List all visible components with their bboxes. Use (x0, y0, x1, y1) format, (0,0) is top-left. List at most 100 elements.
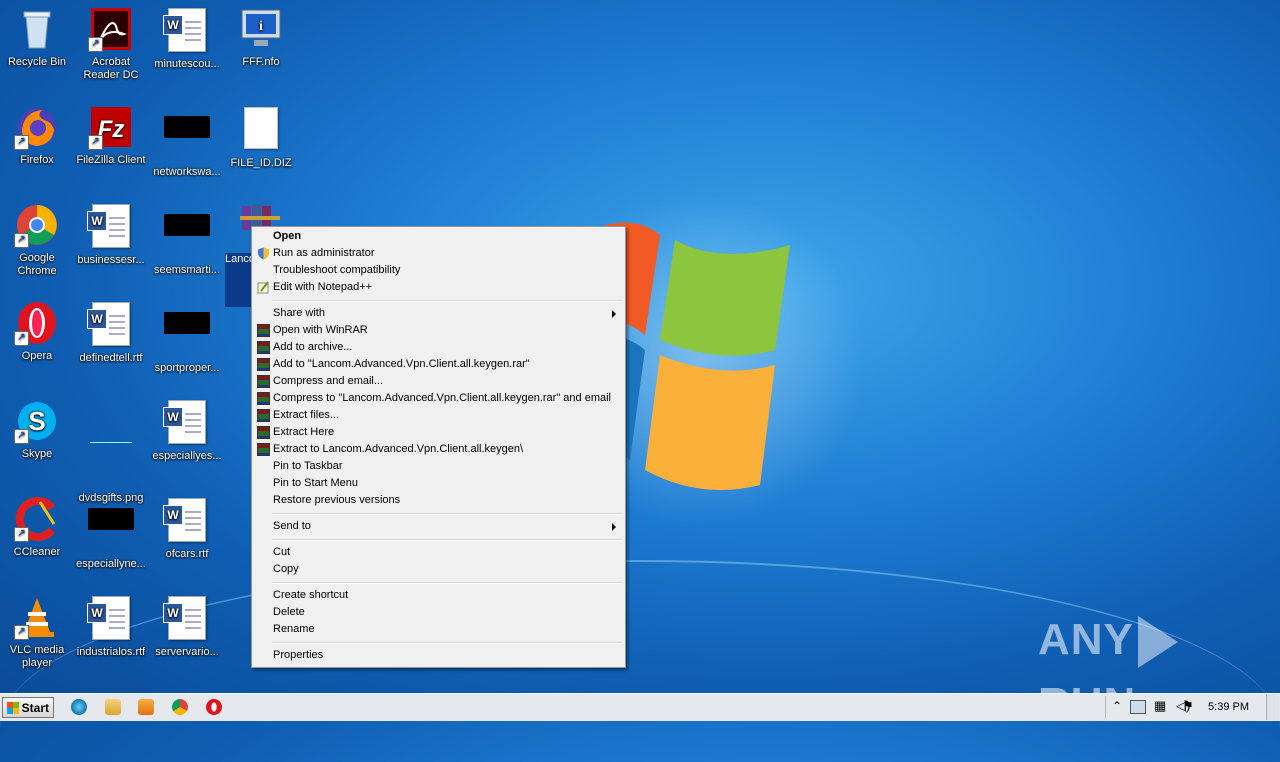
menu-item-edit-notepadpp[interactable]: Edit with Notepad++ (255, 279, 622, 296)
menu-separator (272, 582, 623, 584)
vlc-icon: ↗ (14, 594, 60, 640)
flag-icon[interactable]: ⚑ (1182, 698, 1194, 714)
desktop-icon-especiallyne[interactable]: especiallyne... (74, 496, 148, 571)
winrar-icon (257, 324, 270, 337)
menu-item-share-with[interactable]: Share with (255, 305, 622, 322)
menu-item-label: Share with (273, 307, 325, 319)
desktop-icon-sportproper[interactable]: sportproper... (150, 300, 224, 375)
menu-item-troubleshoot[interactable]: Troubleshoot compatibility (255, 262, 622, 279)
desktop-icon-acrobat[interactable]: ↗ Acrobat Reader DC (74, 6, 148, 82)
menu-item-open[interactable]: Open (255, 228, 622, 245)
desktop-icon-opera[interactable]: ↗ Opera (0, 300, 74, 363)
desktop-icon-label: Firefox (20, 154, 54, 166)
desktop-icon-vlc[interactable]: ↗ VLC media player (0, 594, 74, 670)
winrar-icon (257, 426, 270, 439)
menu-item-restore-versions[interactable]: Restore previous versions (255, 492, 622, 509)
menu-item-cut[interactable]: Cut (255, 544, 622, 561)
opera-icon[interactable] (206, 699, 222, 715)
menu-item-open-winrar[interactable]: Open with WinRAR (255, 322, 622, 339)
menu-item-properties[interactable]: Properties (255, 647, 622, 664)
desktop-icon-minutescou[interactable]: W minutescou... (150, 6, 224, 71)
start-button[interactable]: Start (2, 697, 54, 718)
menu-item-extract-files[interactable]: Extract files... (255, 407, 622, 424)
desktop-icon-label: sportproper... (154, 362, 220, 374)
menu-item-label: Pin to Start Menu (273, 477, 358, 489)
menu-item-label: Delete (273, 606, 305, 618)
selected-file-label: Lancom.Advanced.Vpn.Client.all.keygen (225, 253, 251, 307)
desktop-icon-label: especiallyes... (152, 450, 222, 462)
desktop-icon-label: seemsmarti... (153, 264, 220, 276)
menu-item-run-as-admin[interactable]: Run as administrator (255, 245, 622, 262)
menu-item-create-shortcut[interactable]: Create shortcut (255, 587, 622, 604)
show-hidden-icons-icon[interactable]: ⌃ (1112, 699, 1122, 713)
menu-item-label: Troubleshoot compatibility (273, 264, 401, 276)
menu-item-extract-here[interactable]: Extract Here (255, 424, 622, 441)
menu-item-add-to-archive[interactable]: Add to archive... (255, 339, 622, 356)
desktop-icon-businessesr[interactable]: W businessesr... (74, 202, 148, 267)
chrome-icon: ↗ (14, 202, 60, 248)
menu-item-add-to-rar[interactable]: Add to "Lancom.Advanced.Vpn.Client.all.k… (255, 356, 622, 373)
menu-item-pin-taskbar[interactable]: Pin to Taskbar (255, 458, 622, 475)
menu-item-label: Rename (273, 623, 315, 635)
menu-item-copy[interactable]: Copy (255, 561, 622, 578)
shortcut-arrow-icon: ↗ (14, 527, 29, 542)
desktop-icon-filezilla[interactable]: Fz ↗ FileZilla Client (74, 104, 148, 167)
desktop-icon-especiallyes[interactable]: W especiallyes... (150, 398, 224, 463)
desktop-icon-firefox[interactable]: ↗ Firefox (0, 104, 74, 167)
desktop-icon-industrialos[interactable]: W industrialos.rtf (74, 594, 148, 659)
desktop-icon-servervario[interactable]: W servervario... (150, 594, 224, 659)
menu-item-label: Cut (273, 546, 291, 558)
desktop-icon-ccleaner[interactable]: ↗ CCleaner (0, 496, 74, 559)
desktop-icon-fff-nfo[interactable]: i FFF.nfo (224, 6, 298, 69)
image-icon (88, 442, 134, 488)
winrar-icon (257, 409, 270, 422)
desktop-icon-label: industrialos.rtf (76, 646, 146, 658)
menu-item-extract-to-folder[interactable]: Extract to Lancom.Advanced.Vpn.Client.al… (255, 441, 622, 458)
acrobat-icon: ↗ (88, 6, 134, 52)
desktop-icon-networkswa[interactable]: networkswa... (150, 104, 224, 179)
clock[interactable]: 5:39 PM (1208, 701, 1249, 713)
desktop-icon-label: businessesr... (77, 254, 145, 266)
menu-item-delete[interactable]: Delete (255, 604, 622, 621)
menu-item-label: Pin to Taskbar (273, 460, 343, 472)
shortcut-arrow-icon: ↗ (14, 331, 29, 346)
desktop-icon-skype[interactable]: S ↗ Skype (0, 398, 74, 461)
menu-item-label: Compress and email... (273, 375, 384, 387)
winrar-icon (257, 443, 270, 456)
desktop-icon-chrome[interactable]: ↗ Google Chrome (0, 202, 74, 278)
menu-item-pin-start[interactable]: Pin to Start Menu (255, 475, 622, 492)
chrome-icon[interactable] (172, 699, 188, 715)
desktop-icon-dvdsgifts[interactable]: dvdsgifts.png (74, 398, 148, 505)
menu-item-label: Copy (273, 563, 299, 575)
desktop-icon-file-id-diz[interactable]: FILE_ID.DIZ (224, 104, 298, 170)
windows-flag-icon (7, 702, 19, 714)
redacted-icon (88, 508, 134, 554)
word-doc-icon: W (87, 204, 134, 250)
media-player-icon[interactable] (138, 699, 154, 715)
menu-item-rename[interactable]: Rename (255, 621, 622, 638)
menu-item-label: Add to archive... (273, 341, 353, 353)
shortcut-arrow-icon: ↗ (14, 233, 29, 248)
internet-explorer-icon[interactable] (71, 699, 87, 715)
menu-item-compress-email[interactable]: Compress and email... (255, 373, 622, 390)
show-desktop-button[interactable] (1266, 694, 1279, 720)
word-doc-icon: W (163, 596, 210, 642)
context-menu: Open Run as administrator Troubleshoot c… (251, 226, 626, 668)
word-doc-icon: W (87, 302, 134, 348)
shortcut-arrow-icon: ↗ (14, 135, 29, 150)
menu-item-send-to[interactable]: Send to (255, 518, 622, 535)
skype-icon: S ↗ (14, 398, 60, 444)
menu-item-label: Open (273, 230, 302, 242)
desktop-icon-recycle-bin[interactable]: Recycle Bin (0, 6, 74, 69)
word-doc-icon: W (163, 498, 210, 544)
desktop-icon-seemsmarti[interactable]: seemsmarti... (150, 202, 224, 277)
action-center-icon[interactable] (1130, 700, 1146, 714)
desktop-icon-label: networkswa... (153, 166, 221, 178)
desktop-icon-ofcars[interactable]: W ofcars.rtf (150, 496, 224, 561)
explorer-icon[interactable] (105, 699, 121, 715)
network-icon[interactable]: ▦ (1154, 698, 1166, 714)
submenu-arrow-icon (612, 310, 616, 318)
desktop-icon-label: Opera (21, 350, 53, 362)
menu-item-compress-rar-email[interactable]: Compress to "Lancom.Advanced.Vpn.Client.… (255, 390, 622, 407)
desktop-icon-definedtell[interactable]: W definedtell.rtf (74, 300, 148, 365)
